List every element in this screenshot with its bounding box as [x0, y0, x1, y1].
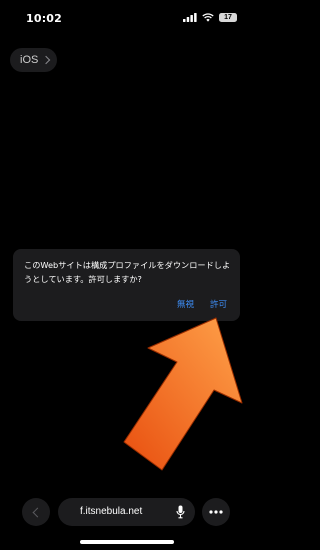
more-icon: [209, 510, 223, 514]
bottom-toolbar: f.itsnebula.net: [0, 492, 253, 532]
address-bar[interactable]: f.itsnebula.net: [58, 498, 195, 526]
back-chevron-icon: [32, 507, 43, 517]
more-button[interactable]: [202, 498, 230, 526]
url-text: f.itsnebula.net: [80, 506, 143, 517]
microphone-icon[interactable]: [176, 505, 185, 519]
arrow-pointer-icon: [123, 317, 243, 471]
back-button[interactable]: [22, 498, 50, 526]
home-indicator[interactable]: [80, 540, 174, 544]
